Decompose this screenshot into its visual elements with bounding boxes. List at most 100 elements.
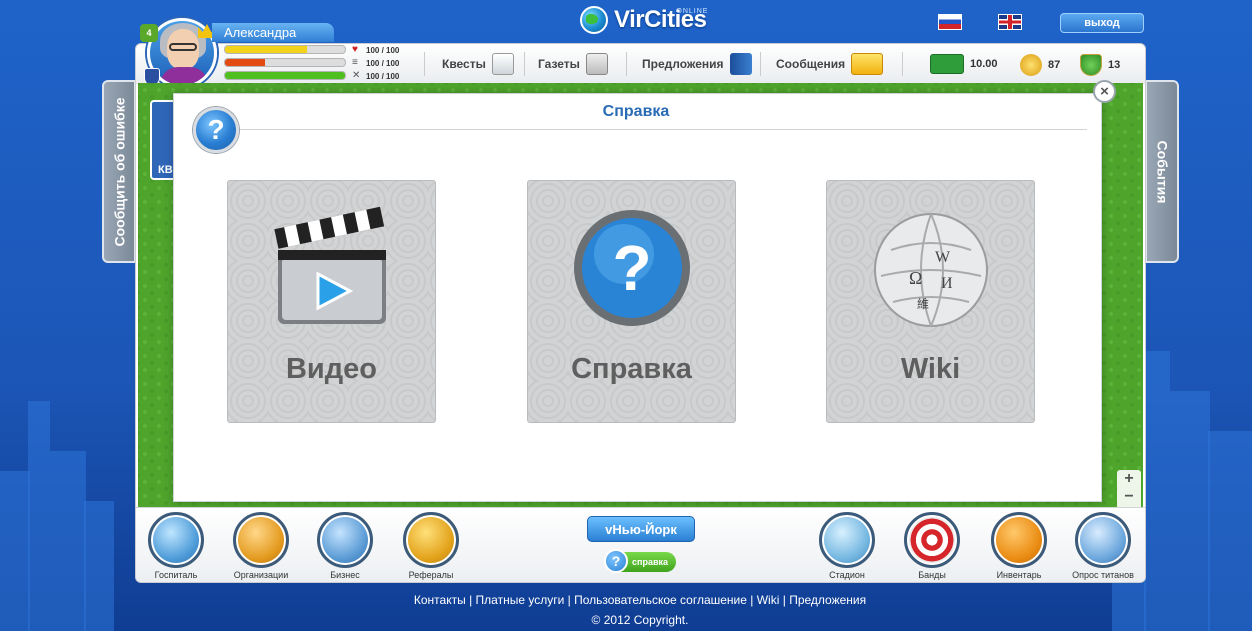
offers-button[interactable]: Предложения bbox=[642, 52, 752, 76]
flag-ru-icon[interactable] bbox=[938, 14, 962, 30]
divider bbox=[626, 52, 627, 76]
city-skyline-left bbox=[0, 211, 140, 631]
help-small-icon: ? bbox=[604, 549, 628, 573]
gangs-button[interactable]: Банды bbox=[899, 512, 965, 580]
level-badge: 4 bbox=[140, 24, 158, 42]
close-icon[interactable]: × bbox=[1093, 80, 1116, 103]
city-button[interactable]: vНью-Йорк bbox=[587, 516, 695, 542]
video-clapper-icon bbox=[274, 206, 386, 324]
newspapers-button[interactable]: Газеты bbox=[538, 52, 608, 76]
wikipedia-globe-icon: Ω W И 維 bbox=[874, 213, 988, 327]
energy-bar bbox=[224, 71, 346, 80]
events-tab[interactable]: События bbox=[1145, 80, 1179, 263]
help-tile[interactable]: ? Справка bbox=[527, 180, 736, 423]
footer-link-offers[interactable]: Предложения bbox=[789, 593, 866, 607]
zoom-in-button[interactable]: + bbox=[1117, 470, 1141, 488]
energy-bar-fill bbox=[225, 72, 345, 79]
business-label: Бизнес bbox=[330, 570, 360, 580]
stadium-label: Стадион bbox=[829, 570, 865, 580]
player-name[interactable]: Александра bbox=[212, 23, 334, 42]
divider bbox=[524, 52, 525, 76]
copyright: © 2012 Copyright. bbox=[591, 613, 689, 627]
gangs-label: Банды bbox=[918, 570, 946, 580]
divider bbox=[760, 52, 761, 76]
health-bar bbox=[224, 45, 346, 54]
business-button[interactable]: Бизнес bbox=[312, 512, 378, 580]
inventory-button[interactable]: Инвентарь bbox=[986, 512, 1052, 580]
food-bar bbox=[224, 58, 346, 67]
hospital-icon bbox=[148, 512, 204, 568]
level-value: 4 bbox=[146, 28, 152, 38]
food-icon: ≡ bbox=[352, 57, 358, 68]
hospital-label: Госпиталь bbox=[154, 570, 198, 580]
business-icon bbox=[317, 512, 373, 568]
hospital-button[interactable]: Госпиталь bbox=[143, 512, 209, 580]
zoom-out-button[interactable]: − bbox=[1117, 488, 1141, 506]
coin-icon bbox=[1020, 54, 1042, 76]
money-value: 10.00 bbox=[970, 58, 998, 70]
report-bug-label: Сообщить об ошибке bbox=[111, 97, 127, 246]
health-bar-fill bbox=[225, 46, 307, 53]
food-value: 100 / 100 bbox=[366, 59, 400, 68]
newspapers-label: Газеты bbox=[538, 57, 580, 71]
events-label: События bbox=[1154, 140, 1170, 203]
quests-button[interactable]: Квесты bbox=[442, 52, 514, 76]
quest-card-label: КВ bbox=[158, 164, 173, 176]
messages-button[interactable]: Сообщения bbox=[776, 52, 884, 76]
money-counter[interactable]: 10.00 bbox=[930, 54, 998, 74]
quests-label: Квесты bbox=[442, 57, 486, 71]
stadium-icon bbox=[819, 512, 875, 568]
footer-link-contacts[interactable]: Контакты bbox=[414, 593, 466, 607]
book-icon bbox=[729, 53, 752, 75]
stadium-button[interactable]: Стадион bbox=[814, 512, 880, 580]
vircities-logo[interactable]: VirCities ONLINE bbox=[580, 4, 709, 36]
flag-uk-icon[interactable] bbox=[998, 14, 1022, 30]
inventory-label: Инвентарь bbox=[996, 570, 1042, 580]
wiki-tile[interactable]: Ω W И 維 Wiki bbox=[826, 180, 1035, 423]
energy-value: 100 / 100 bbox=[366, 72, 400, 81]
svg-text:Ω: Ω bbox=[909, 268, 922, 288]
organizations-label: Организации bbox=[233, 570, 289, 580]
rank-counter[interactable]: 13 bbox=[1080, 54, 1120, 76]
footer-link-paid-services[interactable]: Платные услуги bbox=[476, 593, 565, 607]
divider bbox=[902, 52, 903, 76]
exit-button[interactable]: выход bbox=[1060, 13, 1144, 33]
rank-value: 13 bbox=[1108, 59, 1121, 71]
health-value: 100 / 100 bbox=[366, 46, 400, 55]
title-divider bbox=[240, 129, 1087, 130]
dialog-title: Справка bbox=[602, 103, 670, 120]
tools-icon: ✕ bbox=[352, 70, 361, 81]
avatar-glasses bbox=[169, 43, 197, 51]
inventory-icon bbox=[991, 512, 1047, 568]
help-question-big-icon: ? bbox=[574, 210, 690, 326]
messages-label: Сообщения bbox=[776, 57, 846, 71]
zoom-control[interactable]: + − bbox=[1117, 470, 1141, 510]
titans-poll-icon bbox=[1075, 512, 1131, 568]
referrals-label: Рефералы bbox=[408, 570, 454, 580]
help-button[interactable]: ? справка bbox=[604, 549, 676, 573]
svg-text:И: И bbox=[941, 275, 953, 292]
svg-text:維: 維 bbox=[917, 297, 929, 311]
footer-link-wiki[interactable]: Wiki bbox=[757, 593, 780, 607]
wiki-label: Wiki bbox=[900, 353, 961, 385]
newspaper-icon bbox=[585, 53, 608, 75]
referrals-button[interactable]: Рефералы bbox=[398, 512, 464, 580]
video-tile[interactable]: Видео bbox=[227, 180, 436, 423]
titans-poll-label: Опрос титанов bbox=[1072, 570, 1134, 580]
money-icon bbox=[930, 54, 964, 74]
offers-label: Предложения bbox=[642, 57, 724, 71]
report-bug-tab[interactable]: Сообщить об ошибке bbox=[102, 80, 136, 263]
help-label: Справка bbox=[571, 353, 692, 385]
logo-suffix: ONLINE bbox=[676, 8, 709, 15]
footer-link-user-agreement[interactable]: Пользовательское соглашение bbox=[574, 593, 747, 607]
footer-links: Контакты | Платные услуги | Пользователь… bbox=[413, 593, 867, 607]
coins-counter[interactable]: 87 bbox=[1020, 54, 1060, 76]
organizations-button[interactable]: Организации bbox=[228, 512, 294, 580]
coins-value: 87 bbox=[1048, 59, 1061, 71]
titans-poll-button[interactable]: Опрос титанов bbox=[1070, 512, 1136, 580]
gangs-icon bbox=[904, 512, 960, 568]
shield-icon bbox=[1080, 54, 1102, 76]
organizations-icon bbox=[233, 512, 289, 568]
heart-icon: ♥ bbox=[352, 44, 358, 55]
globe-icon bbox=[580, 6, 608, 34]
